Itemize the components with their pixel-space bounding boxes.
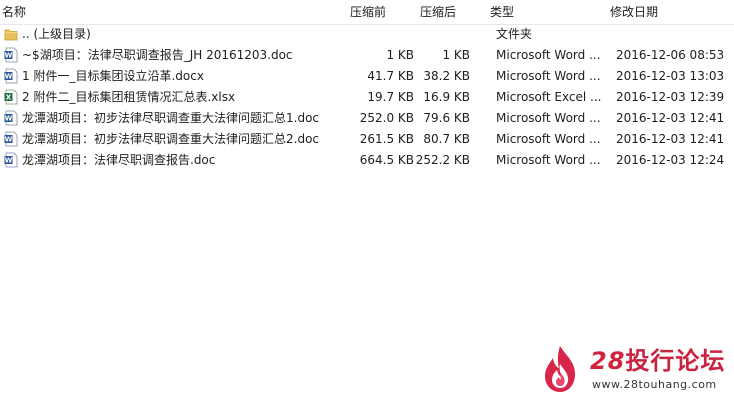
file-list: .. (上级目录) 文件夹 W ~$湖项目：法律尽职调查报告_JH 201612… — [0, 23, 734, 170]
file-row[interactable]: W 龙潭湖项目：初步法律尽职调查重大法律问题汇总1.doc 252.0 KB 7… — [0, 107, 734, 128]
file-name: .. (上级目录) — [22, 27, 91, 41]
file-row[interactable]: W 龙潭湖项目：初步法律尽职调查重大法律问题汇总2.doc 261.5 KB 8… — [0, 128, 734, 149]
word-doc-icon: W — [4, 152, 18, 168]
file-size: 252.2 KB — [415, 153, 470, 167]
file-row[interactable]: W 1 附件一_目标集团设立沿革.docx 41.7 KB 38.2 KB Mi… — [0, 65, 734, 86]
word-doc-icon: W — [4, 47, 18, 63]
file-row[interactable]: W ~$湖项目：法律尽职调查报告_JH 20161203.doc 1 KB 1 … — [0, 44, 734, 65]
word-doc-icon: W — [4, 68, 18, 84]
svg-text:W: W — [5, 136, 13, 144]
svg-text:X: X — [6, 94, 12, 102]
file-modified: 2016-12-06 08:53 — [616, 48, 725, 62]
file-size: 79.6 KB — [423, 111, 470, 125]
file-type: Microsoft Word ... — [496, 132, 601, 146]
file-modified: 2016-12-03 13:03 — [616, 69, 725, 83]
file-type: Microsoft Excel ... — [496, 90, 602, 104]
file-name: 龙潭湖项目：法律尽职调查报告.doc — [22, 153, 216, 167]
file-name: 龙潭湖项目：初步法律尽职调查重大法律问题汇总1.doc — [22, 111, 320, 125]
excel-doc-icon: X — [4, 89, 18, 105]
file-type: Microsoft Word ... — [496, 153, 601, 167]
file-type: Microsoft Word ... — [496, 48, 601, 62]
svg-text:W: W — [5, 157, 13, 165]
word-doc-icon: W — [4, 110, 18, 126]
file-row-parent[interactable]: .. (上级目录) 文件夹 — [0, 23, 734, 44]
file-name: 龙潭湖项目：初步法律尽职调查重大法律问题汇总2.doc — [22, 132, 320, 146]
file-size — [414, 26, 470, 42]
file-size: 16.9 KB — [423, 90, 470, 104]
file-row[interactable]: X 2 附件二_目标集团租赁情况汇总表.xlsx 19.7 KB 16.9 KB… — [0, 86, 734, 107]
file-type: 文件夹 — [496, 27, 533, 41]
watermark-title: 28投行论坛 — [590, 346, 725, 376]
folder-icon — [4, 29, 18, 41]
svg-text:W: W — [5, 52, 13, 60]
watermark-logo: 28投行论坛 www.28touhang.com — [534, 340, 724, 400]
column-header-type[interactable]: 类型 — [490, 5, 514, 21]
file-row[interactable]: W 龙潭湖项目：法律尽职调查报告.doc 664.5 KB 252.2 KB M… — [0, 149, 734, 170]
file-compressed-size: 1 KB — [386, 48, 414, 62]
file-modified — [616, 26, 734, 42]
file-compressed-size — [340, 26, 414, 42]
file-modified: 2016-12-03 12:41 — [616, 111, 725, 125]
file-type: Microsoft Word ... — [496, 111, 601, 125]
file-size: 1 KB — [442, 48, 470, 62]
archive-file-list: 名称 压缩前 压缩后 类型 修改日期 .. (上级目录) 文件夹 W ~$湖项目… — [0, 0, 734, 417]
word-doc-icon: W — [4, 131, 18, 147]
flame-logo-icon — [545, 346, 576, 392]
file-compressed-size: 41.7 KB — [367, 69, 414, 83]
file-name: 1 附件一_目标集团设立沿革.docx — [22, 69, 204, 83]
file-size: 80.7 KB — [423, 132, 470, 146]
column-header-modified[interactable]: 修改日期 — [610, 5, 658, 21]
file-modified: 2016-12-03 12:41 — [616, 132, 725, 146]
column-header-name[interactable]: 名称 — [2, 5, 26, 21]
file-type: Microsoft Word ... — [496, 69, 601, 83]
file-compressed-size: 664.5 KB — [359, 153, 414, 167]
svg-text:W: W — [5, 73, 13, 81]
column-header-size[interactable]: 压缩后 — [420, 5, 456, 21]
watermark-url: www.28touhang.com — [592, 378, 717, 391]
file-name: 2 附件二_目标集团租赁情况汇总表.xlsx — [22, 90, 236, 104]
file-compressed-size: 252.0 KB — [359, 111, 414, 125]
svg-text:W: W — [5, 115, 13, 123]
column-header-compressed[interactable]: 压缩前 — [350, 5, 386, 21]
file-modified: 2016-12-03 12:39 — [616, 90, 725, 104]
column-header-bar: 名称 压缩前 压缩后 类型 修改日期 — [0, 0, 734, 25]
file-compressed-size: 261.5 KB — [359, 132, 414, 146]
file-size: 38.2 KB — [423, 69, 470, 83]
file-modified: 2016-12-03 12:24 — [616, 153, 725, 167]
watermark-number: 28 — [590, 347, 626, 375]
file-compressed-size: 19.7 KB — [367, 90, 414, 104]
file-name: ~$湖项目：法律尽职调查报告_JH 20161203.doc — [22, 48, 293, 62]
watermark-name: 投行论坛 — [625, 347, 726, 375]
